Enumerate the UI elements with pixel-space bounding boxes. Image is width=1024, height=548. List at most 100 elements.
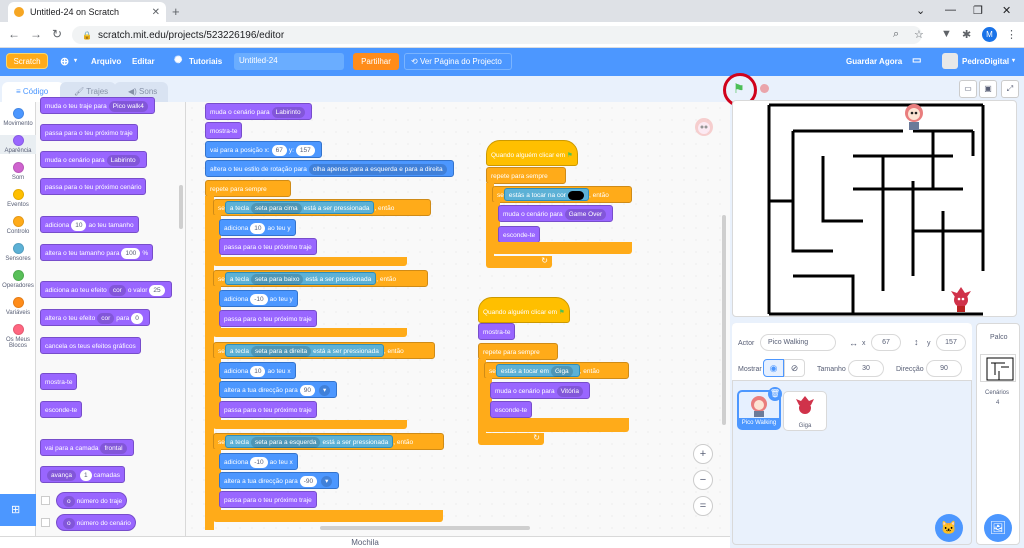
palette-block-set-size[interactable]: altera o teu tamanho para 100% bbox=[40, 244, 154, 261]
direction-input[interactable]: -90 bbox=[299, 475, 318, 487]
costume-number-checkbox[interactable] bbox=[41, 496, 50, 505]
key-dropdown[interactable]: seta para cima bbox=[251, 202, 302, 214]
extensions-puzzle-icon[interactable]: ✱ bbox=[962, 28, 971, 41]
add-sprite-cat-icon[interactable]: 🐱 bbox=[935, 514, 963, 542]
palette-block-next-backdrop[interactable]: passa para o teu próximo cenário bbox=[40, 178, 147, 195]
block-if-right[interactable]: se a tecla seta para a direita está a ser p… bbox=[213, 342, 435, 359]
maximize-icon[interactable]: ❐ bbox=[973, 4, 983, 17]
block-if-touching-sprite[interactable]: se estás a tocar em Giga, então bbox=[484, 362, 629, 379]
save-now-button[interactable]: Guardar Agora bbox=[846, 57, 902, 66]
effect-value-input[interactable]: 25 bbox=[149, 284, 165, 296]
block-if-left[interactable]: se a tecla seta para a esquerda está a ser … bbox=[213, 433, 444, 450]
block-next-costume[interactable]: passa para o teu próximo traje bbox=[219, 238, 317, 255]
scratch-logo[interactable]: Scratch bbox=[6, 53, 48, 69]
user-chevron-icon[interactable]: ▾ bbox=[1012, 57, 1015, 64]
project-title-input[interactable]: Untitled-24 bbox=[234, 53, 344, 70]
add-backdrop-icon[interactable]: 🖼 bbox=[984, 514, 1012, 542]
x-input[interactable]: 67 bbox=[271, 144, 287, 156]
new-tab-button[interactable]: + bbox=[172, 4, 180, 19]
number-name-dropdown[interactable]: o bbox=[63, 517, 75, 529]
block-change-y-down[interactable]: adiciona -10 ao teu y bbox=[219, 290, 298, 307]
block-next-costume[interactable]: passa para o teu próximo traje bbox=[219, 310, 317, 327]
block-show[interactable]: mostra-te bbox=[478, 323, 516, 340]
see-project-page-button[interactable]: ⟲ Ver Página do Projecto bbox=[404, 53, 512, 70]
stop-icon[interactable] bbox=[760, 84, 769, 93]
menu-edit[interactable]: Editar bbox=[132, 57, 155, 66]
rotation-style-dropdown[interactable]: olha apenas para a esquerda e para a dir… bbox=[308, 163, 447, 175]
direction-chevron-icon[interactable]: ▾ bbox=[318, 384, 331, 396]
username-menu[interactable]: PedroDigital bbox=[962, 57, 1009, 66]
color-swatch[interactable] bbox=[567, 190, 584, 200]
block-switch-backdrop[interactable]: muda o cenário para Game Over bbox=[498, 205, 614, 222]
url-field[interactable]: 🔒 scratch.mit.edu/projects/523226196/edi… bbox=[72, 26, 922, 44]
palette-block-switch-backdrop[interactable]: muda o cenário para Labirinto bbox=[40, 151, 147, 168]
block-set-rotation-style[interactable]: altera o teu estilo de rotação para olha … bbox=[205, 160, 454, 177]
layer-dropdown[interactable]: frontal bbox=[100, 442, 127, 454]
forward-icon[interactable]: → bbox=[30, 27, 42, 41]
size-change-input[interactable]: 10 bbox=[71, 219, 87, 231]
block-forever[interactable]: repete para sempre bbox=[205, 180, 291, 197]
block-hide[interactable]: esconde-te bbox=[498, 226, 541, 243]
y-input[interactable]: 157 bbox=[295, 144, 315, 156]
palette-block-change-size[interactable]: adiciona 10 ao teu tamanho bbox=[40, 216, 139, 233]
category-looks[interactable]: Aparência bbox=[0, 135, 36, 154]
backdrop-thumb[interactable] bbox=[980, 354, 1016, 382]
profile-avatar[interactable]: M bbox=[982, 27, 997, 42]
x-change-input[interactable]: -10 bbox=[250, 456, 268, 468]
back-icon[interactable]: ← bbox=[8, 27, 20, 41]
palette-block-clear-effects[interactable]: cancela os teus efeitos gráficos bbox=[40, 337, 141, 354]
normal-stage-icon[interactable]: ▣ bbox=[979, 80, 997, 98]
x-change-input[interactable]: 10 bbox=[250, 365, 266, 377]
backdrop-dropdown[interactable]: Vitória bbox=[556, 385, 583, 397]
hide-eye-icon[interactable]: ⊘ bbox=[784, 359, 805, 377]
key-pressed-down[interactable]: a tecla seta para baixo está a ser pressio… bbox=[224, 272, 377, 285]
script-vertical-scrollbar[interactable] bbox=[722, 215, 726, 425]
block-next-costume[interactable]: passa para o teu próximo traje bbox=[219, 401, 317, 418]
category-control[interactable]: Controlo bbox=[0, 216, 36, 235]
block-forever[interactable]: repete para sempre bbox=[478, 343, 558, 360]
category-sound[interactable]: Som bbox=[0, 162, 36, 181]
key-dropdown[interactable]: seta para a direita bbox=[251, 345, 312, 357]
backdrop-dropdown[interactable]: Labirinto bbox=[106, 154, 140, 166]
block-change-x-left[interactable]: adiciona -10 ao teu x bbox=[219, 453, 298, 470]
palette-block-hide[interactable]: esconde-te bbox=[40, 401, 83, 418]
palette-block-change-effect[interactable]: adiciona ao teu efeito cor o valor 25 bbox=[40, 281, 172, 298]
share-button[interactable]: Partilhar bbox=[353, 53, 399, 70]
palette-block-show[interactable]: mostra-te bbox=[40, 373, 78, 390]
key-pressed-up[interactable]: a tecla seta para cima está a ser pression… bbox=[224, 201, 375, 214]
block-switch-backdrop[interactable]: muda o cenário para Labirinto bbox=[205, 103, 312, 120]
palette-block-go-to-layer[interactable]: vai para a camada frontal bbox=[40, 439, 134, 456]
category-motion[interactable]: Movimento bbox=[0, 108, 36, 127]
effect-dropdown[interactable]: cor bbox=[97, 312, 115, 324]
direction-input[interactable]: 90 bbox=[299, 384, 315, 396]
globe-icon[interactable]: ⊕ bbox=[60, 55, 69, 68]
forward-dropdown[interactable]: avança bbox=[47, 469, 76, 481]
giga-sprite-icon[interactable] bbox=[949, 285, 973, 313]
y-change-input[interactable]: 10 bbox=[250, 222, 266, 234]
pico-sprite-icon[interactable] bbox=[903, 103, 925, 131]
key-dropdown[interactable]: seta para a esquerda bbox=[251, 436, 321, 448]
touching-sprite-sensor[interactable]: estás a tocar em Giga bbox=[495, 364, 580, 377]
zoom-out-button[interactable]: − bbox=[693, 470, 713, 490]
block-change-y-up[interactable]: adiciona 10 ao teu y bbox=[219, 219, 296, 236]
sprite-name-input[interactable]: Pico Walking bbox=[760, 334, 836, 351]
y-change-input[interactable]: -10 bbox=[250, 293, 268, 305]
touching-color-sensor[interactable]: estás a tocar na cor bbox=[503, 188, 589, 201]
browser-tab[interactable]: Untitled-24 on Scratch ✕ bbox=[8, 2, 166, 22]
block-point-direction-left[interactable]: altera a tua direcção para -90 ▾ bbox=[219, 472, 340, 489]
close-tab-icon[interactable]: ✕ bbox=[152, 7, 160, 18]
zoom-in-button[interactable]: + bbox=[693, 444, 713, 464]
close-window-icon[interactable]: ✕ bbox=[1002, 4, 1011, 17]
costume-dropdown[interactable]: Pico walk4 bbox=[108, 100, 148, 112]
fullscreen-icon[interactable]: ⤢ bbox=[1001, 80, 1019, 98]
palette-scrollbar[interactable] bbox=[179, 185, 183, 229]
backdrop-number-checkbox[interactable] bbox=[41, 518, 50, 527]
key-pressed-left[interactable]: a tecla seta para a esquerda está a ser pr… bbox=[224, 435, 394, 448]
reload-icon[interactable]: ↻ bbox=[52, 27, 62, 41]
block-point-direction-right[interactable]: altera a tua direcção para 90 ▾ bbox=[219, 381, 338, 398]
block-forever[interactable]: repete para sempre bbox=[486, 167, 566, 184]
user-avatar[interactable] bbox=[942, 53, 958, 69]
sprite-dropdown[interactable]: Giga bbox=[550, 365, 573, 377]
extension-icon[interactable]: ▼ bbox=[941, 28, 952, 40]
bookmark-star-icon[interactable]: ☆ bbox=[914, 28, 924, 41]
